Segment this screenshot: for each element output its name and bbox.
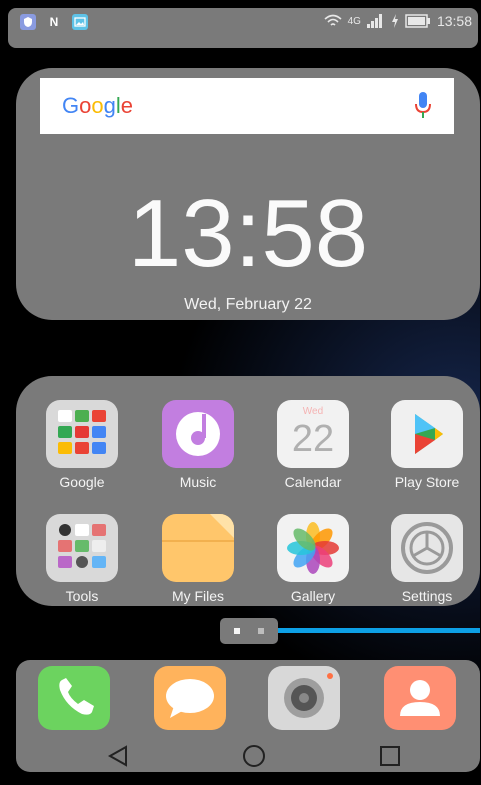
calendar-icon: Wed 22 xyxy=(277,400,349,468)
app-label: Play Store xyxy=(394,474,460,490)
clock-time[interactable]: 13:58 xyxy=(16,186,480,282)
play-store-icon xyxy=(391,400,463,468)
phone-icon[interactable] xyxy=(38,666,110,730)
back-icon[interactable] xyxy=(106,744,130,768)
charging-icon xyxy=(391,14,398,28)
google-logo-letter: g xyxy=(103,93,116,118)
app-music[interactable]: Music xyxy=(153,400,243,490)
app-calendar[interactable]: Wed 22 Calendar xyxy=(268,400,358,490)
status-bar[interactable]: N 4G 13:58 xyxy=(8,8,478,48)
app-google-folder[interactable]: Google xyxy=(37,400,127,490)
tools-folder-icon xyxy=(46,514,118,582)
google-logo-letter: G xyxy=(62,93,80,118)
contacts-icon[interactable] xyxy=(384,666,456,730)
app-label: Calendar xyxy=(284,474,342,490)
app-label: Google xyxy=(59,474,105,490)
app-label: Settings xyxy=(401,588,453,604)
google-logo-letter: o xyxy=(79,93,92,118)
status-time: 13:58 xyxy=(436,13,472,29)
battery-icon xyxy=(405,14,430,28)
network-type: 4G xyxy=(347,15,361,27)
shield-app-icon xyxy=(20,14,36,30)
app-my-files[interactable]: My Files xyxy=(153,514,243,604)
messages-icon[interactable] xyxy=(154,666,226,730)
app-grid: Google Music Wed 22 Calendar Play Store … xyxy=(16,376,480,606)
clock-widget[interactable]: Google 13:58 Wed, February 22 xyxy=(16,68,480,320)
dock xyxy=(16,660,480,772)
image-notification-icon xyxy=(72,14,88,30)
app-tools-folder[interactable]: Tools xyxy=(37,514,127,604)
my-files-icon xyxy=(162,514,234,582)
camera-icon[interactable] xyxy=(268,666,340,730)
settings-icon xyxy=(391,514,463,582)
music-icon xyxy=(162,400,234,468)
home-screen: N 4G 13:58 Google 13:58 Wed, February 22… xyxy=(8,8,480,780)
gallery-icon xyxy=(277,514,349,582)
google-logo-letter: e xyxy=(120,93,134,118)
accent-line xyxy=(278,628,480,633)
wifi-icon xyxy=(324,14,342,26)
clock-date[interactable]: Wed, February 22 xyxy=(16,296,480,314)
app-label: Tools xyxy=(65,588,99,604)
signal-icon xyxy=(366,14,382,28)
page-indicator[interactable] xyxy=(220,618,278,644)
app-play-store[interactable]: Play Store xyxy=(382,400,472,490)
app-label: Gallery xyxy=(290,588,336,604)
app-gallery[interactable]: Gallery xyxy=(268,514,358,604)
google-folder-icon xyxy=(46,400,118,468)
home-icon[interactable] xyxy=(242,744,266,768)
google-logo-letter: o xyxy=(91,93,104,118)
google-logo: Google xyxy=(62,93,133,119)
microphone-icon[interactable] xyxy=(414,92,432,120)
app-label: My Files xyxy=(171,588,225,604)
google-search-bar[interactable]: Google xyxy=(40,78,454,134)
page-dot-active xyxy=(234,628,240,634)
page-dot xyxy=(258,628,264,634)
calendar-day-number: 22 xyxy=(291,418,335,460)
recents-icon[interactable] xyxy=(378,744,402,768)
app-settings[interactable]: Settings xyxy=(382,514,472,604)
app-label: Music xyxy=(179,474,217,490)
nfc-icon: N xyxy=(49,15,59,29)
calendar-day-name: Wed xyxy=(302,406,324,417)
